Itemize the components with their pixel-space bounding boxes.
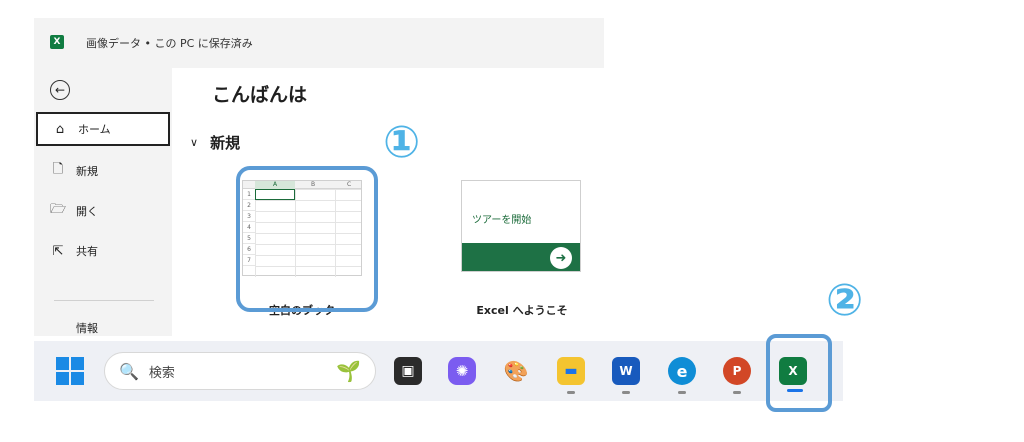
windows-start-icon[interactable] xyxy=(56,357,84,385)
greeting-heading: こんばんは xyxy=(212,84,308,106)
backstage-sidebar: ← ⌂ ホーム 🗋 新規 🗁 開く ⇱ 共有 情報 xyxy=(34,68,172,336)
running-indicator xyxy=(678,391,686,394)
running-indicator xyxy=(622,391,630,394)
sidebar-item-open[interactable]: 🗁 開く xyxy=(36,194,170,228)
back-arrow-icon[interactable]: ← xyxy=(50,80,70,100)
welcome-tour-template[interactable]: ツアーを開始 ➜ xyxy=(461,180,581,272)
file-explorer-icon[interactable]: ▬ xyxy=(557,357,585,385)
taskbar-search-box[interactable]: 🔍 検索 🌱 xyxy=(104,352,376,390)
new-file-icon: 🗋 xyxy=(52,162,64,177)
document-title: 画像データ • この PC に保存済み xyxy=(86,37,253,50)
task-view-icon[interactable]: ▣ xyxy=(394,357,422,385)
home-icon: ⌂ xyxy=(55,121,65,137)
welcome-tour-label[interactable]: Excel へようこそ xyxy=(452,302,592,318)
tour-text: ツアーを開始 xyxy=(472,215,532,226)
search-placeholder: 検索 xyxy=(148,365,175,381)
tour-banner: ➜ xyxy=(462,243,580,271)
sidebar-item-label: ホーム xyxy=(78,123,111,136)
callout-box-blank-workbook xyxy=(236,166,378,312)
sidebar-divider xyxy=(54,300,154,301)
excel-logo-icon: X xyxy=(50,35,64,49)
running-indicator xyxy=(567,391,575,394)
sidebar-item-label: 新規 xyxy=(76,165,98,178)
sidebar-item-share[interactable]: ⇱ 共有 xyxy=(36,234,170,268)
share-icon: ⇱ xyxy=(52,243,64,259)
windows-taskbar: 🔍 検索 🌱 ▣ ✺ 🎨 ▬ W e P X xyxy=(34,341,843,401)
sidebar-item-label: 共有 xyxy=(76,245,98,258)
paint-icon[interactable]: 🎨 xyxy=(502,357,530,385)
callout-number-2: ② xyxy=(826,275,864,326)
arrow-right-icon: ➜ xyxy=(550,247,572,269)
sidebar-item-info[interactable]: 情報 xyxy=(76,320,98,336)
sidebar-item-home[interactable]: ⌂ ホーム xyxy=(36,112,170,146)
section-title: 新規 xyxy=(210,134,241,152)
search-icon: 🔍 xyxy=(119,361,139,381)
copilot-icon[interactable]: ✺ xyxy=(448,357,476,385)
sidebar-item-new[interactable]: 🗋 新規 xyxy=(36,154,170,188)
callout-number-1: ① xyxy=(383,117,421,168)
title-bar: X 画像データ • この PC に保存済み xyxy=(34,18,604,68)
callout-box-excel-taskbar xyxy=(766,334,832,412)
plant-icon: 🌱 xyxy=(336,359,361,383)
word-icon[interactable]: W xyxy=(612,357,640,385)
sidebar-item-label: 開く xyxy=(76,205,98,218)
powerpoint-icon[interactable]: P xyxy=(723,357,751,385)
edge-icon[interactable]: e xyxy=(668,357,696,385)
folder-open-icon: 🗁 xyxy=(49,202,67,217)
running-indicator xyxy=(733,391,741,394)
chevron-down-icon: ∨ xyxy=(190,136,199,149)
new-section-header[interactable]: ∨ 新規 xyxy=(190,132,240,153)
